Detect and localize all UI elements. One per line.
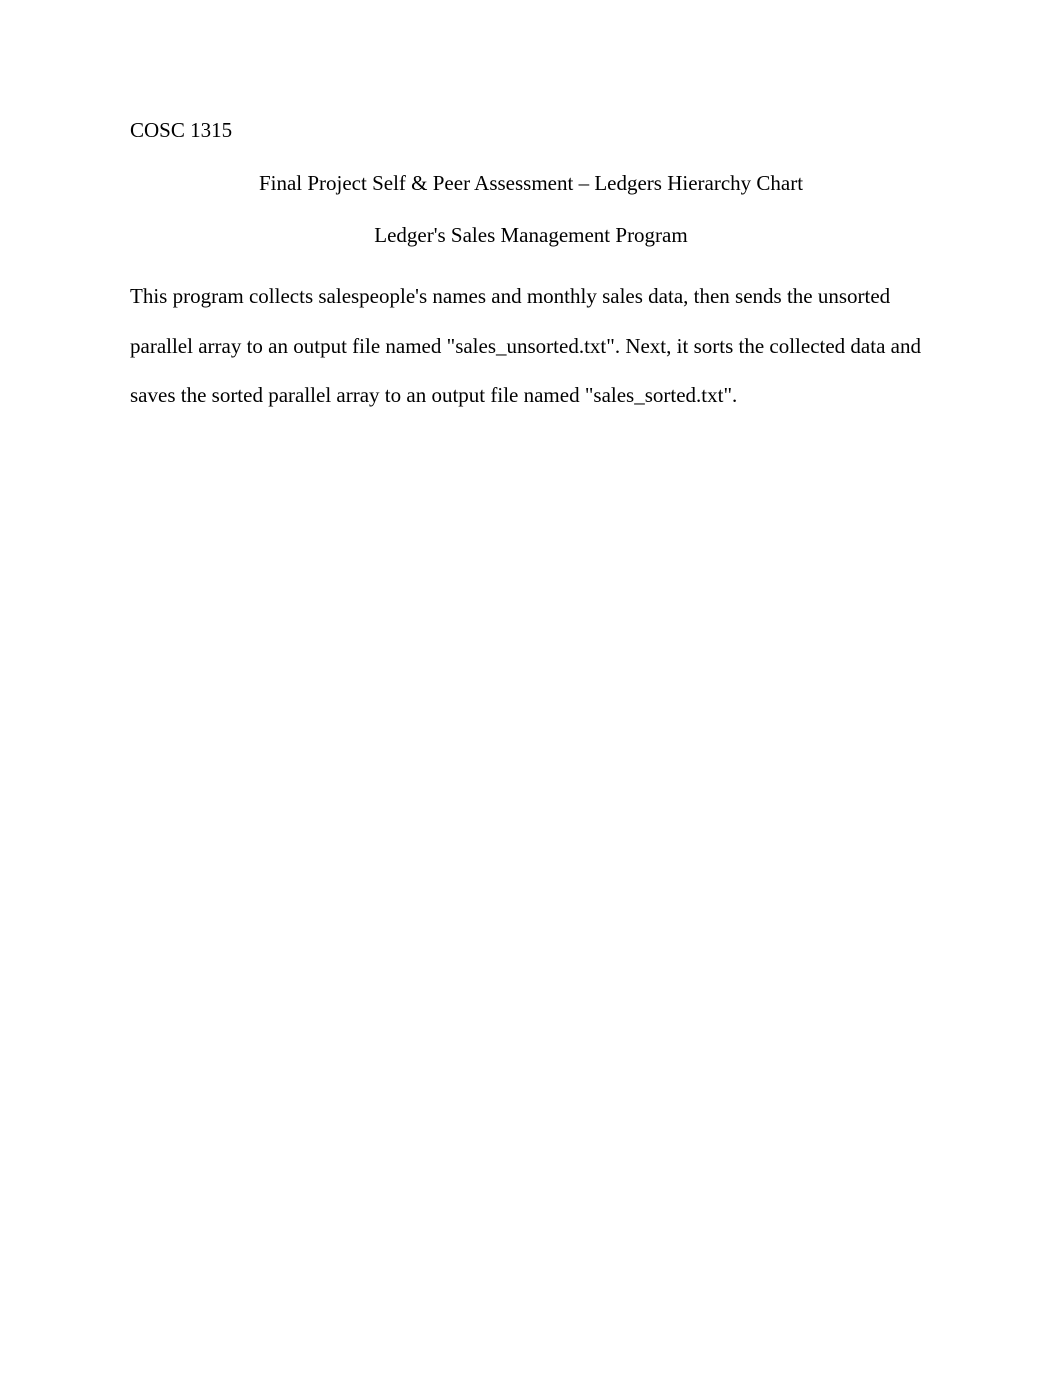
- document-title: Final Project Self & Peer Assessment – L…: [130, 169, 932, 198]
- body-paragraph: This program collects salespeople's name…: [130, 272, 932, 420]
- course-code: COSC 1315: [130, 116, 932, 145]
- document-subtitle: Ledger's Sales Management Program: [130, 221, 932, 250]
- document-page: COSC 1315 Final Project Self & Peer Asse…: [0, 0, 1062, 1377]
